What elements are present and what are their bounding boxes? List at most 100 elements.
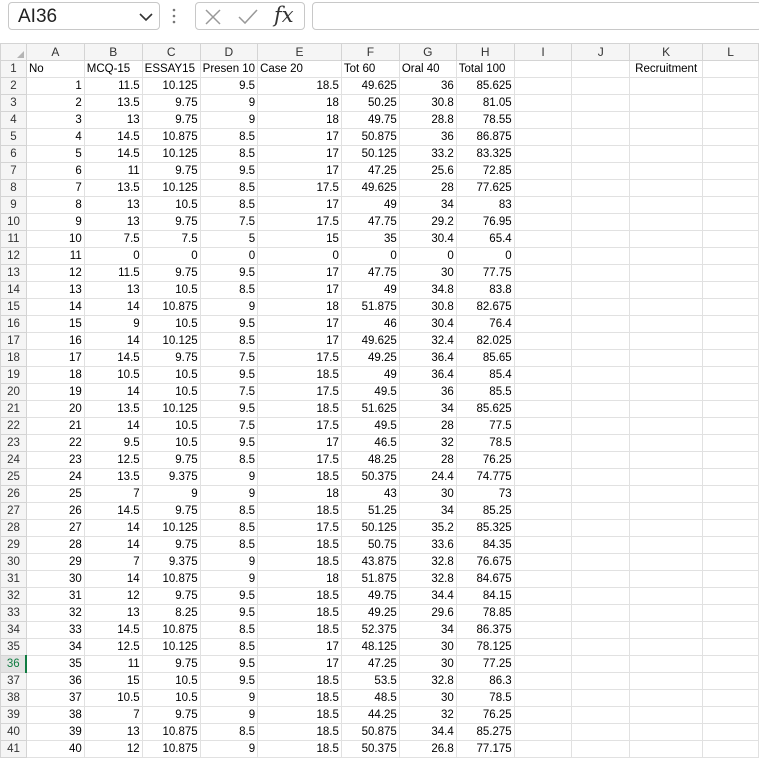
data-cell[interactable]: 49.625 <box>340 77 400 95</box>
data-cell[interactable]: 9.375 <box>141 468 201 486</box>
data-cell[interactable] <box>571 145 631 163</box>
data-cell[interactable]: 30.8 <box>398 94 457 112</box>
data-cell[interactable] <box>513 315 573 333</box>
column-header-k[interactable]: K <box>629 43 704 61</box>
header-cell[interactable]: Oral 40 <box>398 60 457 78</box>
data-cell[interactable]: 8.5 <box>199 332 259 350</box>
data-cell[interactable]: 7 <box>83 706 143 724</box>
data-cell[interactable]: 48.5 <box>340 689 400 707</box>
data-cell[interactable] <box>702 94 759 112</box>
data-cell[interactable]: 9 <box>199 689 259 707</box>
data-cell[interactable]: 34 <box>398 621 457 639</box>
data-cell[interactable]: 28 <box>398 179 457 197</box>
data-cell[interactable]: 5 <box>25 145 85 163</box>
data-cell[interactable]: 10.5 <box>141 689 201 707</box>
data-cell[interactable] <box>513 77 573 95</box>
data-cell[interactable]: 2 <box>25 94 85 112</box>
row-header[interactable]: 41 <box>0 740 27 758</box>
data-cell[interactable]: 18.5 <box>257 706 342 724</box>
row-header[interactable]: 17 <box>0 332 27 350</box>
data-cell[interactable]: 17.5 <box>257 417 342 435</box>
data-cell[interactable] <box>702 621 759 639</box>
data-cell[interactable] <box>629 315 704 333</box>
data-cell[interactable]: 18 <box>257 111 342 129</box>
data-cell[interactable]: 85.25 <box>455 502 515 520</box>
row-header[interactable]: 24 <box>0 451 27 469</box>
data-cell[interactable]: 85.275 <box>455 723 515 741</box>
data-cell[interactable]: 12 <box>83 587 143 605</box>
data-cell[interactable]: 30.8 <box>398 298 457 316</box>
data-cell[interactable]: 8.5 <box>199 281 259 299</box>
data-cell[interactable] <box>513 570 573 588</box>
column-header-f[interactable]: F <box>340 43 400 61</box>
row-header[interactable]: 26 <box>0 485 27 503</box>
data-cell[interactable] <box>702 298 759 316</box>
data-cell[interactable] <box>702 451 759 469</box>
data-cell[interactable]: 10.5 <box>141 417 201 435</box>
data-cell[interactable]: 30 <box>398 485 457 503</box>
data-cell[interactable] <box>571 553 631 571</box>
row-header[interactable]: 27 <box>0 502 27 520</box>
data-cell[interactable] <box>702 638 759 656</box>
data-cell[interactable] <box>629 213 704 231</box>
data-cell[interactable]: 17 <box>257 434 342 452</box>
data-cell[interactable] <box>571 281 631 299</box>
row-header[interactable]: 4 <box>0 111 27 129</box>
data-cell[interactable]: 12 <box>83 740 143 758</box>
data-cell[interactable]: 18.5 <box>257 468 342 486</box>
data-cell[interactable]: 48.125 <box>340 638 400 656</box>
data-cell[interactable]: 74.775 <box>455 468 515 486</box>
data-cell[interactable]: 10.125 <box>141 519 201 537</box>
data-cell[interactable]: 50.125 <box>340 519 400 537</box>
row-header[interactable]: 5 <box>0 128 27 146</box>
data-cell[interactable]: 8.5 <box>199 196 259 214</box>
data-cell[interactable]: 34.8 <box>398 281 457 299</box>
data-cell[interactable]: 10.875 <box>141 621 201 639</box>
data-cell[interactable]: 14 <box>25 298 85 316</box>
data-cell[interactable] <box>571 502 631 520</box>
data-cell[interactable] <box>702 315 759 333</box>
data-cell[interactable]: 78.5 <box>455 434 515 452</box>
data-cell[interactable] <box>629 621 704 639</box>
data-cell[interactable]: 9.75 <box>141 94 201 112</box>
data-cell[interactable]: 23 <box>25 451 85 469</box>
data-cell[interactable]: 9 <box>199 468 259 486</box>
data-cell[interactable]: 13 <box>25 281 85 299</box>
data-cell[interactable] <box>571 706 631 724</box>
data-cell[interactable]: 49.25 <box>340 349 400 367</box>
data-cell[interactable] <box>571 247 631 265</box>
data-cell[interactable]: 9 <box>199 298 259 316</box>
chevron-down-icon[interactable] <box>139 12 153 22</box>
data-cell[interactable] <box>571 298 631 316</box>
data-cell[interactable] <box>629 536 704 554</box>
data-cell[interactable]: 10.125 <box>141 400 201 418</box>
header-cell[interactable]: Total 100 <box>455 60 515 78</box>
data-cell[interactable] <box>702 264 759 282</box>
data-cell[interactable]: 49 <box>340 196 400 214</box>
data-cell[interactable]: 48.25 <box>340 451 400 469</box>
row-header[interactable]: 1 <box>0 60 27 78</box>
data-cell[interactable]: 9.75 <box>141 502 201 520</box>
data-cell[interactable]: 14 <box>83 417 143 435</box>
row-header[interactable]: 7 <box>0 162 27 180</box>
data-cell[interactable]: 85.4 <box>455 366 515 384</box>
data-cell[interactable] <box>702 468 759 486</box>
data-cell[interactable]: 8.5 <box>199 638 259 656</box>
data-cell[interactable]: 32 <box>398 706 457 724</box>
data-cell[interactable] <box>702 587 759 605</box>
data-cell[interactable]: 14 <box>83 570 143 588</box>
data-cell[interactable]: 77.5 <box>455 417 515 435</box>
data-cell[interactable]: 28 <box>398 417 457 435</box>
data-cell[interactable]: 40 <box>25 740 85 758</box>
data-cell[interactable] <box>513 230 573 248</box>
column-header-c[interactable]: C <box>141 43 201 61</box>
data-cell[interactable] <box>513 179 573 197</box>
data-cell[interactable]: 7 <box>83 485 143 503</box>
data-cell[interactable]: 13 <box>83 196 143 214</box>
data-cell[interactable]: 49.75 <box>340 111 400 129</box>
data-cell[interactable]: 47.25 <box>340 655 400 673</box>
data-cell[interactable]: 76.4 <box>455 315 515 333</box>
data-cell[interactable] <box>702 196 759 214</box>
data-cell[interactable]: 18.5 <box>257 740 342 758</box>
data-cell[interactable] <box>571 383 631 401</box>
